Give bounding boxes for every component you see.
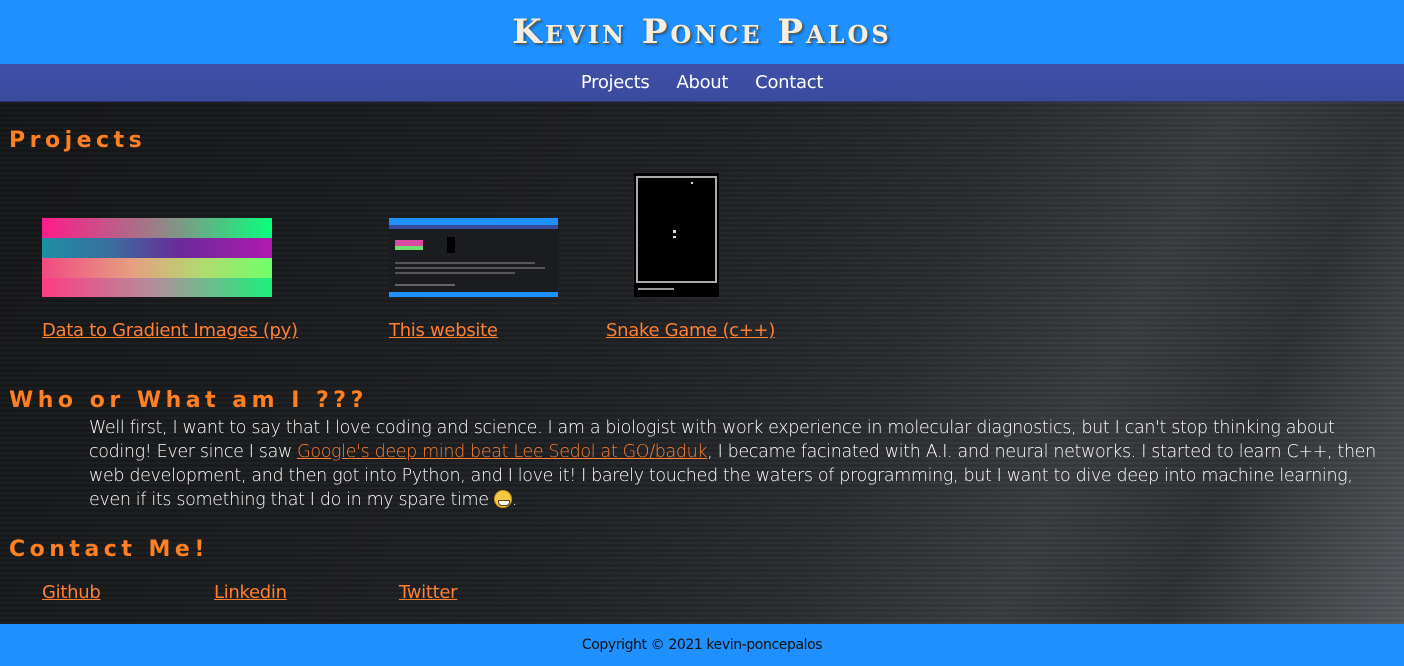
deepmind-link[interactable]: Google's deep mind beat Lee Sedol at GO/… [297, 442, 707, 462]
site-title: Kevin Ponce Palos [512, 12, 892, 52]
contact-link-github[interactable]: Github [42, 582, 101, 603]
contact-link-twitter[interactable]: Twitter [399, 582, 458, 603]
contact-link-linkedin[interactable]: Linkedin [214, 582, 287, 603]
main-content: Projects Data to Gradient Images (py) Th… [0, 102, 1404, 624]
site-footer: Copyright © 2021 kevin-poncepalos [0, 624, 1404, 666]
projects-heading: Projects [9, 128, 147, 153]
project-link-gradient-images[interactable]: Data to Gradient Images (py) [42, 320, 298, 341]
copyright-text: Copyright © 2021 kevin-poncepalos [581, 637, 823, 653]
grinning-emoji-icon [493, 490, 512, 508]
nav-contact[interactable]: Contact [755, 72, 823, 93]
about-heading: Who or What am I ??? [9, 388, 368, 413]
main-nav: Projects About Contact [0, 64, 1404, 102]
project-link-this-website[interactable]: This website [389, 320, 498, 341]
nav-about[interactable]: About [676, 72, 728, 93]
snake-game-thumbnail[interactable] [634, 173, 719, 297]
website-thumbnail[interactable] [389, 218, 558, 297]
gradient-images-thumbnail[interactable] [42, 218, 272, 297]
contact-heading: Contact Me! [9, 537, 209, 562]
nav-projects[interactable]: Projects [581, 72, 650, 93]
about-paragraph: Well first, I want to say that I love co… [89, 416, 1379, 512]
about-text-end: . [511, 490, 518, 510]
site-header: Kevin Ponce Palos [0, 0, 1404, 64]
project-link-snake-game[interactable]: Snake Game (c++) [606, 320, 775, 341]
